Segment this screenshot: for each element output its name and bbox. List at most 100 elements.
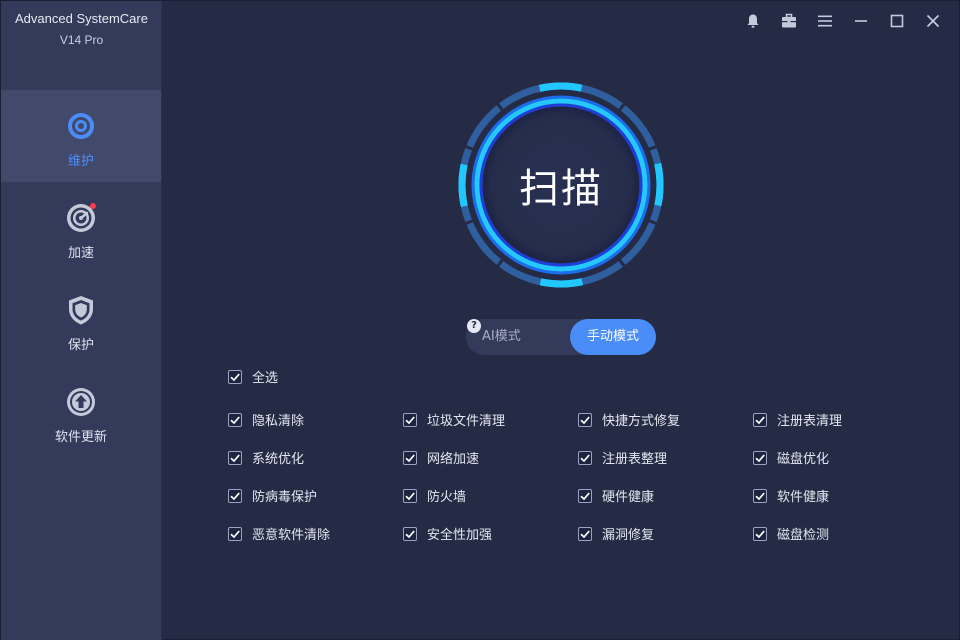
- checkbox-label: 安全性加强: [427, 528, 493, 543]
- checkbox-label: 快捷方式修复: [602, 414, 681, 429]
- checkmark-icon: [580, 529, 590, 538]
- checkbox-label: 网络加速: [427, 452, 480, 467]
- checkbox-label: 全选: [252, 371, 279, 386]
- checkbox-box: [753, 450, 767, 465]
- sidebar-item-label: 加速: [67, 246, 94, 261]
- window-controls: [735, 9, 951, 33]
- option-registry-defrag[interactable]: 注册表整理: [578, 448, 667, 467]
- help-icon[interactable]: ?: [467, 319, 481, 333]
- scan-button[interactable]: 扫描: [457, 81, 665, 289]
- checkbox-label: 系统优化: [252, 452, 305, 467]
- sidebar-item-maintain[interactable]: 维护: [1, 90, 161, 182]
- checkmark-icon: [755, 529, 765, 538]
- close-icon[interactable]: [915, 9, 951, 33]
- notification-dot: [90, 203, 96, 209]
- sidebar-item-protect[interactable]: 保护: [1, 274, 161, 366]
- app-window: Advanced SystemCare V14 Pro 维护 加速 保护 软件更…: [0, 0, 960, 640]
- checkmark-icon: [580, 491, 590, 500]
- minimize-icon[interactable]: [843, 9, 879, 33]
- mode-toggle: AI模式 手动模式: [466, 319, 656, 355]
- checkbox-box: [578, 412, 592, 427]
- option-shortcut-fix[interactable]: 快捷方式修复: [578, 410, 680, 429]
- checkmark-icon: [755, 453, 765, 462]
- checkbox-box: [228, 526, 242, 541]
- ai-mode-option[interactable]: AI模式: [482, 319, 521, 355]
- option-hardware-health[interactable]: 硬件健康: [578, 486, 654, 505]
- checkbox-box: [403, 450, 417, 465]
- checkmark-icon: [230, 529, 240, 538]
- sidebar-item-speedup[interactable]: 加速: [1, 182, 161, 274]
- option-privacy-clean[interactable]: 隐私清除: [228, 410, 304, 429]
- speedometer-icon: [65, 202, 97, 234]
- menu-icon[interactable]: [807, 9, 843, 33]
- checkbox-box: [578, 450, 592, 465]
- option-disk-check[interactable]: 磁盘检测: [753, 524, 829, 543]
- sidebar-item-label: 保护: [67, 338, 94, 353]
- toolbox-icon[interactable]: [771, 9, 807, 33]
- checkbox-box: [753, 488, 767, 503]
- shield-icon: [65, 294, 97, 326]
- checkbox-label: 防病毒保护: [252, 490, 318, 505]
- upload-icon: [65, 386, 97, 418]
- checkmark-icon: [755, 415, 765, 424]
- sidebar: Advanced SystemCare V14 Pro 维护 加速 保护 软件更…: [1, 1, 162, 640]
- checkbox-box: [228, 369, 242, 384]
- maximize-icon[interactable]: [879, 9, 915, 33]
- checkbox-label: 硬件健康: [602, 490, 655, 505]
- sidebar-item-label: 软件更新: [54, 430, 107, 445]
- bell-icon[interactable]: [735, 9, 771, 33]
- checkmark-icon: [405, 529, 415, 538]
- option-disk-optimize[interactable]: 磁盘优化: [753, 448, 829, 467]
- checkmark-icon: [405, 491, 415, 500]
- checkbox-box: [403, 412, 417, 427]
- checkbox-box: [753, 412, 767, 427]
- manual-mode-option[interactable]: 手动模式: [570, 319, 656, 355]
- checkbox-label: 隐私清除: [252, 414, 305, 429]
- option-software-health[interactable]: 软件健康: [753, 486, 829, 505]
- checkbox-box: [228, 450, 242, 465]
- checkbox-label: 注册表清理: [777, 414, 843, 429]
- sidebar-item-software-update[interactable]: 软件更新: [1, 366, 161, 458]
- sidebar-item-label: 维护: [67, 154, 94, 169]
- brand: Advanced SystemCare V14 Pro: [1, 9, 162, 51]
- checkbox-box: [578, 526, 592, 541]
- option-system-optimize[interactable]: 系统优化: [228, 448, 304, 467]
- checkbox-label: 恶意软件清除: [252, 528, 331, 543]
- checkbox-box: [753, 526, 767, 541]
- scan-label: 扫描: [519, 166, 603, 212]
- checkbox-box: [403, 526, 417, 541]
- checkbox-label: 防火墙: [427, 490, 467, 505]
- option-security-hardening[interactable]: 安全性加强: [403, 524, 492, 543]
- checkbox-label: 垃圾文件清理: [427, 414, 506, 429]
- checkmark-icon: [405, 453, 415, 462]
- maintain-icon: [65, 110, 97, 142]
- checkmark-icon: [755, 491, 765, 500]
- option-firewall[interactable]: 防火墙: [403, 486, 466, 505]
- checkbox-box: [578, 488, 592, 503]
- checkmark-icon: [230, 372, 240, 381]
- checkmark-icon: [580, 453, 590, 462]
- checkmark-icon: [230, 491, 240, 500]
- checkbox-label: 磁盘检测: [777, 528, 830, 543]
- option-vulnerability-fix[interactable]: 漏洞修复: [578, 524, 654, 543]
- checkbox-label: 软件健康: [777, 490, 830, 505]
- checkbox-box: [403, 488, 417, 503]
- select-all-checkbox[interactable]: 全选: [228, 367, 278, 386]
- checkbox-label: 磁盘优化: [777, 452, 830, 467]
- option-malware-removal[interactable]: 恶意软件清除: [228, 524, 330, 543]
- sidebar-nav: 维护 加速 保护 软件更新: [1, 90, 162, 458]
- checkbox-box: [228, 488, 242, 503]
- checkmark-icon: [405, 415, 415, 424]
- checkbox-label: 漏洞修复: [602, 528, 655, 543]
- option-antivirus[interactable]: 防病毒保护: [228, 486, 317, 505]
- checkmark-icon: [580, 415, 590, 424]
- checkmark-icon: [230, 453, 240, 462]
- checkbox-label: 注册表整理: [602, 452, 668, 467]
- app-name: Advanced SystemCare: [15, 11, 148, 26]
- option-junk-clean[interactable]: 垃圾文件清理: [403, 410, 505, 429]
- app-version: V14 Pro: [59, 33, 104, 47]
- option-registry-clean[interactable]: 注册表清理: [753, 410, 842, 429]
- checkbox-box: [228, 412, 242, 427]
- checkmark-icon: [230, 415, 240, 424]
- option-network-boost[interactable]: 网络加速: [403, 448, 479, 467]
